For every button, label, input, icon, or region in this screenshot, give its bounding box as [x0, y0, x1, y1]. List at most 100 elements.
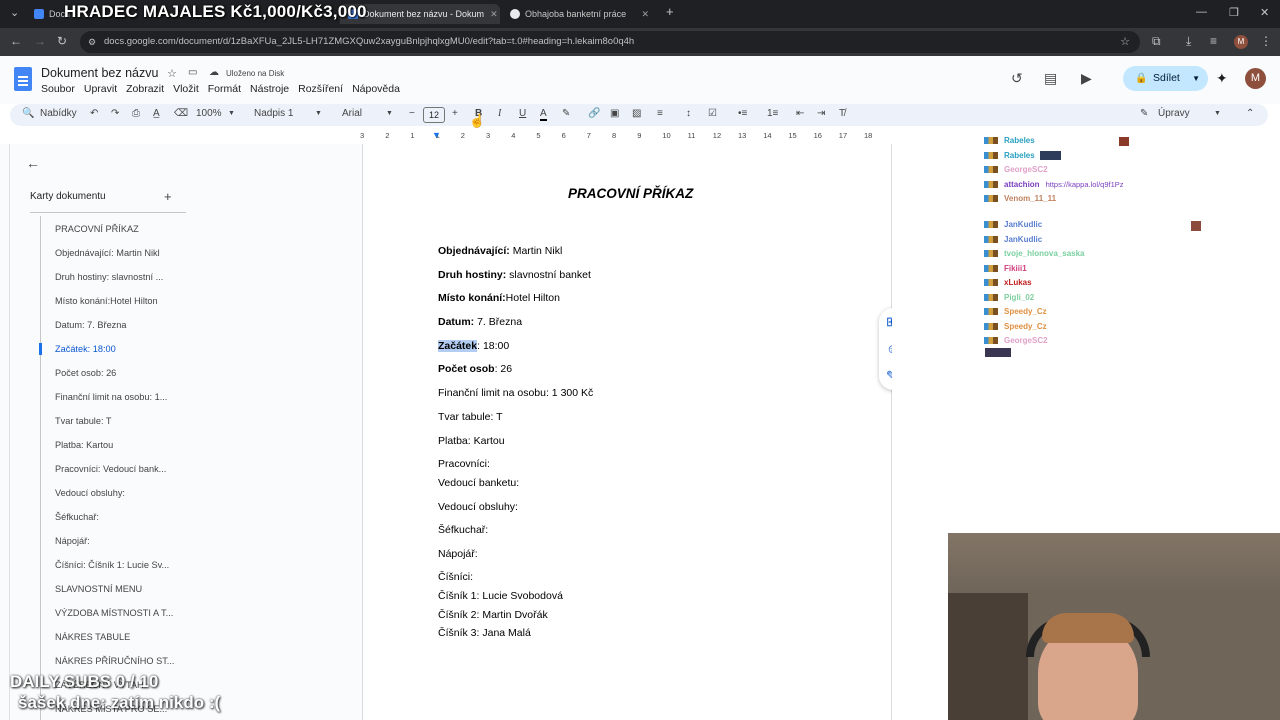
outline-item[interactable]: Pracovníci: Vedoucí bank...: [55, 464, 166, 474]
outline-item[interactable]: Druh hostiny: slavnostní ...: [55, 272, 163, 282]
chat-username[interactable]: tvoje_hlonova_saska: [1004, 249, 1084, 258]
italic-icon[interactable]: I: [498, 108, 501, 119]
outline-item[interactable]: Počet osob: 26: [55, 368, 116, 378]
bulleted-list-icon[interactable]: •≡: [738, 108, 747, 119]
chat-username[interactable]: JanKudlic: [1004, 220, 1042, 229]
url-field[interactable]: ⚙ docs.google.com/document/d/1zBaXFUa_2J…: [80, 31, 1140, 53]
line-spacing-icon[interactable]: ↕: [686, 108, 691, 119]
add-comment-icon[interactable]: ▣: [610, 108, 619, 119]
forward-icon[interactable]: →: [34, 34, 46, 48]
outline-item[interactable]: NÁKRES PŘÍRUČNÍHO ST...: [55, 656, 174, 666]
share-button[interactable]: 🔒 Sdílet ▼: [1123, 66, 1208, 91]
chat-username[interactable]: Rabeles: [1004, 136, 1035, 145]
increase-indent-icon[interactable]: ⇥: [817, 108, 825, 119]
gemini-icon[interactable]: ✦: [1216, 70, 1228, 87]
outline-item[interactable]: Tvar tabule: T: [55, 416, 112, 426]
outline-item[interactable]: Platba: Kartou: [55, 440, 113, 450]
menu-zobrazit[interactable]: Zobrazit: [126, 83, 164, 95]
chat-username[interactable]: Fikiii1: [1004, 264, 1027, 273]
close-window-icon[interactable]: ✕: [1260, 6, 1269, 19]
align-icon[interactable]: ≡: [657, 108, 663, 119]
extensions-icon[interactable]: ⧉: [1152, 34, 1161, 49]
menu-vlozit[interactable]: Vložit: [173, 83, 199, 95]
menu-rozsireni[interactable]: Rozšíření: [298, 83, 343, 95]
decrease-indent-icon[interactable]: ⇤: [796, 108, 804, 119]
underline-icon[interactable]: U: [519, 108, 526, 119]
spellcheck-icon[interactable]: A̲: [153, 108, 160, 119]
redo-icon[interactable]: ↷: [111, 108, 119, 119]
tab-search-icon[interactable]: ⌄: [10, 6, 19, 19]
chat-username[interactable]: Venom_11_11: [1004, 194, 1056, 203]
chat-username[interactable]: GeorgeSC2: [1004, 336, 1048, 345]
chat-username[interactable]: attachion: [1004, 180, 1040, 189]
chat-username[interactable]: Speedy_Cz: [1004, 322, 1047, 331]
add-tab-icon[interactable]: +: [164, 189, 172, 204]
menu-nastroje[interactable]: Nástroje: [250, 83, 289, 95]
minimize-icon[interactable]: —: [1196, 6, 1207, 18]
outline-item[interactable]: Místo konání:Hotel Hilton: [55, 296, 158, 306]
editing-mode-icon[interactable]: ✎: [1140, 108, 1148, 119]
download-icon[interactable]: ⤓: [1186, 34, 1191, 49]
star-icon[interactable]: ☆: [167, 67, 177, 80]
document-title[interactable]: Dokument bez názvu: [41, 66, 158, 80]
outline-item[interactable]: SLAVNOSTNÍ MENU: [55, 584, 142, 594]
outline-item[interactable]: Nápojář:: [55, 536, 90, 546]
history-icon[interactable]: ↺: [1011, 70, 1023, 87]
chat-username[interactable]: Pigli_02: [1004, 293, 1034, 302]
chat-username[interactable]: Rabeles: [1004, 151, 1035, 160]
chevron-down-icon[interactable]: ▼: [1214, 110, 1221, 117]
chat-username[interactable]: GeorgeSC2: [1004, 165, 1048, 174]
meet-icon[interactable]: ▶: [1081, 70, 1092, 87]
horizontal-ruler[interactable]: 3 2 1 1 2 3 4 5 6 7 8 9 10 11 12 13 14 15 16 17 18 ▼: [360, 130, 892, 144]
style-select[interactable]: Nadpis 1: [254, 108, 293, 119]
insert-image-icon[interactable]: ▨: [632, 108, 641, 119]
outline-item[interactable]: Objednávající: Martin Nikl: [55, 248, 160, 258]
chevron-down-icon[interactable]: ▼: [228, 110, 235, 117]
reload-icon[interactable]: ↻: [57, 34, 67, 48]
chat-username[interactable]: xLukas: [1004, 278, 1032, 287]
profile-avatar[interactable]: M: [1234, 35, 1248, 49]
chevron-down-icon[interactable]: ▼: [1192, 66, 1200, 91]
more-vert-icon[interactable]: ⋮: [1260, 34, 1272, 48]
font-size-input[interactable]: 12: [423, 107, 445, 123]
tab-obhajoba[interactable]: Obhajoba banketní práce ✕: [502, 4, 657, 24]
menu-upravit[interactable]: Upravit: [84, 83, 117, 95]
docs-logo-icon[interactable]: [14, 67, 32, 91]
chevron-down-icon[interactable]: ▼: [315, 110, 322, 117]
menu-list-icon[interactable]: ≡: [1210, 34, 1217, 48]
close-outline-arrow-icon[interactable]: ←: [26, 155, 40, 171]
menu-search-label[interactable]: Nabídky: [40, 108, 77, 119]
numbered-list-icon[interactable]: 1≡: [767, 108, 778, 119]
indent-marker-icon[interactable]: ▼: [432, 130, 441, 140]
move-folder-icon[interactable]: ▭: [188, 67, 197, 78]
undo-icon[interactable]: ↶: [90, 108, 98, 119]
close-tab-icon[interactable]: ✕: [635, 9, 649, 20]
zoom-select[interactable]: 100%: [196, 108, 222, 119]
text-color-icon[interactable]: A: [540, 108, 547, 121]
outline-item[interactable]: VÝZDOBA MÍSTNOSTI A T...: [55, 608, 173, 618]
chat-username[interactable]: JanKudlic: [1004, 235, 1042, 244]
outline-item[interactable]: PRACOVNÍ PŘÍKAZ: [55, 224, 139, 234]
account-avatar[interactable]: M: [1245, 68, 1266, 89]
comments-icon[interactable]: ▤: [1044, 70, 1057, 87]
close-tab-icon[interactable]: ✕: [484, 9, 498, 20]
search-icon[interactable]: 🔍: [22, 108, 34, 119]
paint-format-icon[interactable]: ⌫: [174, 108, 188, 119]
font-select[interactable]: Arial: [342, 108, 362, 119]
editing-mode-label[interactable]: Úpravy: [1158, 108, 1190, 119]
menu-format[interactable]: Formát: [208, 83, 241, 95]
decrease-font-icon[interactable]: −: [409, 108, 415, 119]
chat-username[interactable]: Speedy_Cz: [1004, 307, 1047, 316]
link-icon[interactable]: 🔗: [588, 108, 600, 119]
maximize-icon[interactable]: ❐: [1229, 6, 1239, 19]
checklist-icon[interactable]: ☑: [708, 108, 717, 119]
back-icon[interactable]: ←: [10, 34, 22, 48]
highlight-icon[interactable]: ✎: [562, 108, 570, 119]
outline-item[interactable]: Datum: 7. Března: [55, 320, 127, 330]
print-icon[interactable]: ⎙: [132, 108, 140, 119]
outline-item[interactable]: Začátek: 18:00: [55, 344, 116, 354]
bookmark-star-icon[interactable]: ☆: [1120, 31, 1130, 53]
outline-item[interactable]: Číšníci: Číšník 1: Lucie Sv...: [55, 560, 169, 570]
chevron-down-icon[interactable]: ▼: [386, 110, 393, 117]
menu-napoveda[interactable]: Nápověda: [352, 83, 400, 95]
